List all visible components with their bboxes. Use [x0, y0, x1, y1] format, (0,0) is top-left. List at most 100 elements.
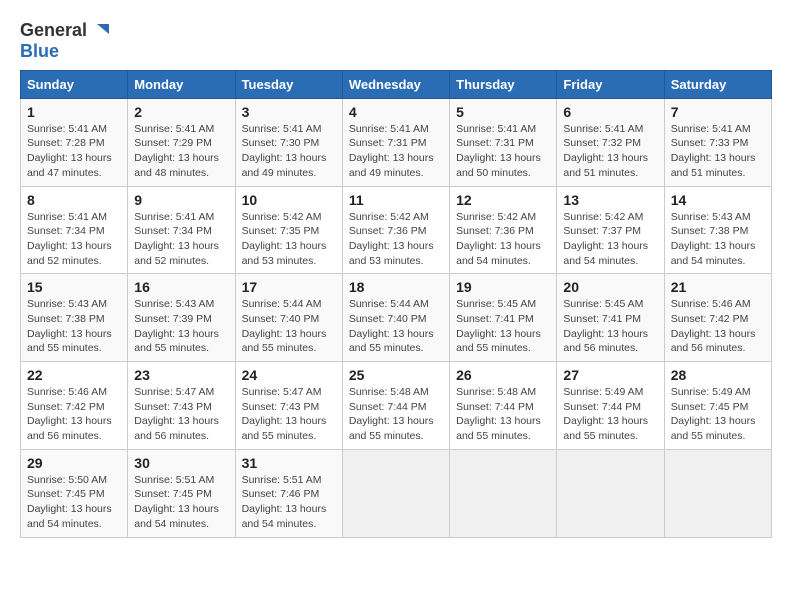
weekday-header-wednesday: Wednesday [342, 70, 449, 98]
day-cell: 19Sunrise: 5:45 AMSunset: 7:41 PMDayligh… [450, 274, 557, 362]
day-info: Sunrise: 5:42 AMSunset: 7:36 PMDaylight:… [349, 210, 443, 269]
day-cell: 20 Sunrise: 5:45 AMSunset: 7:41 PMDayligh… [557, 274, 664, 362]
day-number: 21 [671, 279, 765, 295]
day-number: 5 [456, 104, 550, 120]
day-info: Sunrise: 5:51 AMSunset: 7:46 PMDaylight:… [242, 473, 336, 532]
day-cell [342, 449, 449, 537]
day-cell: 23 Sunrise: 5:47 AMSunset: 7:43 PMDayligh… [128, 362, 235, 450]
week-row-5: 29 Sunrise: 5:50 AMSunset: 7:45 PMDayligh… [21, 449, 772, 537]
logo-bird-icon [89, 20, 111, 42]
calendar-table: SundayMondayTuesdayWednesdayThursdayFrid… [20, 70, 772, 538]
day-cell: 7 Sunrise: 5:41 AMSunset: 7:33 PMDaylight… [664, 98, 771, 186]
day-info: Sunrise: 5:41 AMSunset: 7:31 PMDaylight:… [456, 122, 550, 181]
day-cell [557, 449, 664, 537]
day-cell: 24 Sunrise: 5:47 AMSunset: 7:43 PMDayligh… [235, 362, 342, 450]
header: General Blue [20, 20, 772, 62]
weekday-header-friday: Friday [557, 70, 664, 98]
day-info: Sunrise: 5:51 AMSunset: 7:45 PMDaylight:… [134, 473, 228, 532]
day-cell: 12 Sunrise: 5:42 AMSunset: 7:36 PMDayligh… [450, 186, 557, 274]
weekday-header-thursday: Thursday [450, 70, 557, 98]
day-info: Sunrise: 5:41 AMSunset: 7:33 PMDaylight:… [671, 122, 765, 181]
day-cell: 31 Sunrise: 5:51 AMSunset: 7:46 PMDayligh… [235, 449, 342, 537]
day-number: 10 [242, 192, 336, 208]
day-info: Sunrise: 5:45 AMSunset: 7:41 PMDaylight:… [563, 297, 657, 356]
day-info: Sunrise: 5:49 AMSunset: 7:45 PMDaylight:… [671, 385, 765, 444]
day-info: Sunrise: 5:42 AMSunset: 7:37 PMDaylight:… [563, 210, 657, 269]
day-number: 12 [456, 192, 550, 208]
day-info: Sunrise: 5:47 AMSunset: 7:43 PMDaylight:… [134, 385, 228, 444]
weekday-header-tuesday: Tuesday [235, 70, 342, 98]
weekday-header-saturday: Saturday [664, 70, 771, 98]
day-cell: 14 Sunrise: 5:43 AMSunset: 7:38 PMDayligh… [664, 186, 771, 274]
day-info: Sunrise: 5:47 AMSunset: 7:43 PMDaylight:… [242, 385, 336, 444]
day-number: 20 [563, 279, 657, 295]
day-number: 23 [134, 367, 228, 383]
day-info: Sunrise: 5:44 AMSunset: 7:40 PMDaylight:… [242, 297, 336, 356]
day-info: Sunrise: 5:50 AMSunset: 7:45 PMDaylight:… [27, 473, 121, 532]
day-cell: 25Sunrise: 5:48 AMSunset: 7:44 PMDayligh… [342, 362, 449, 450]
day-number: 16 [134, 279, 228, 295]
day-info: Sunrise: 5:48 AMSunset: 7:44 PMDaylight:… [349, 385, 443, 444]
day-number: 30 [134, 455, 228, 471]
day-info: Sunrise: 5:41 AMSunset: 7:30 PMDaylight:… [242, 122, 336, 181]
day-cell: 10 Sunrise: 5:42 AMSunset: 7:35 PMDayligh… [235, 186, 342, 274]
day-cell: 22 Sunrise: 5:46 AMSunset: 7:42 PMDayligh… [21, 362, 128, 450]
day-number: 15 [27, 279, 121, 295]
day-number: 29 [27, 455, 121, 471]
day-info: Sunrise: 5:42 AMSunset: 7:36 PMDaylight:… [456, 210, 550, 269]
day-info: Sunrise: 5:41 AMSunset: 7:32 PMDaylight:… [563, 122, 657, 181]
day-cell: 27Sunrise: 5:49 AMSunset: 7:44 PMDayligh… [557, 362, 664, 450]
day-number: 7 [671, 104, 765, 120]
day-info: Sunrise: 5:44 AMSunset: 7:40 PMDaylight:… [349, 297, 443, 356]
day-info: Sunrise: 5:41 AMSunset: 7:34 PMDaylight:… [27, 210, 121, 269]
day-cell: 2 Sunrise: 5:41 AMSunset: 7:29 PMDaylight… [128, 98, 235, 186]
day-info: Sunrise: 5:41 AMSunset: 7:28 PMDaylight:… [27, 122, 121, 181]
day-cell: 3 Sunrise: 5:41 AMSunset: 7:30 PMDaylight… [235, 98, 342, 186]
day-info: Sunrise: 5:43 AMSunset: 7:38 PMDaylight:… [671, 210, 765, 269]
day-number: 8 [27, 192, 121, 208]
day-cell: 30 Sunrise: 5:51 AMSunset: 7:45 PMDayligh… [128, 449, 235, 537]
day-cell: 18Sunrise: 5:44 AMSunset: 7:40 PMDayligh… [342, 274, 449, 362]
day-cell: 9 Sunrise: 5:41 AMSunset: 7:34 PMDaylight… [128, 186, 235, 274]
day-info: Sunrise: 5:41 AMSunset: 7:29 PMDaylight:… [134, 122, 228, 181]
day-number: 4 [349, 104, 443, 120]
day-number: 19 [456, 279, 550, 295]
day-number: 17 [242, 279, 336, 295]
day-number: 22 [27, 367, 121, 383]
day-info: Sunrise: 5:46 AMSunset: 7:42 PMDaylight:… [671, 297, 765, 356]
day-cell: 1 Sunrise: 5:41 AMSunset: 7:28 PMDaylight… [21, 98, 128, 186]
day-cell: 13 Sunrise: 5:42 AMSunset: 7:37 PMDayligh… [557, 186, 664, 274]
day-number: 2 [134, 104, 228, 120]
day-number: 1 [27, 104, 121, 120]
day-cell: 16 Sunrise: 5:43 AMSunset: 7:39 PMDayligh… [128, 274, 235, 362]
day-info: Sunrise: 5:42 AMSunset: 7:35 PMDaylight:… [242, 210, 336, 269]
day-cell: 6Sunrise: 5:41 AMSunset: 7:32 PMDaylight… [557, 98, 664, 186]
day-number: 11 [349, 192, 443, 208]
day-number: 24 [242, 367, 336, 383]
day-info: Sunrise: 5:49 AMSunset: 7:44 PMDaylight:… [563, 385, 657, 444]
day-number: 26 [456, 367, 550, 383]
day-info: Sunrise: 5:41 AMSunset: 7:34 PMDaylight:… [134, 210, 228, 269]
day-cell: 29 Sunrise: 5:50 AMSunset: 7:45 PMDayligh… [21, 449, 128, 537]
day-cell: 8 Sunrise: 5:41 AMSunset: 7:34 PMDaylight… [21, 186, 128, 274]
day-info: Sunrise: 5:46 AMSunset: 7:42 PMDaylight:… [27, 385, 121, 444]
day-info: Sunrise: 5:41 AMSunset: 7:31 PMDaylight:… [349, 122, 443, 181]
day-number: 13 [563, 192, 657, 208]
day-cell: 15Sunrise: 5:43 AMSunset: 7:38 PMDayligh… [21, 274, 128, 362]
day-info: Sunrise: 5:43 AMSunset: 7:39 PMDaylight:… [134, 297, 228, 356]
day-cell: 26Sunrise: 5:48 AMSunset: 7:44 PMDayligh… [450, 362, 557, 450]
logo: General Blue [20, 20, 111, 62]
weekday-header-row: SundayMondayTuesdayWednesdayThursdayFrid… [21, 70, 772, 98]
day-cell: 17 Sunrise: 5:44 AMSunset: 7:40 PMDayligh… [235, 274, 342, 362]
week-row-4: 22 Sunrise: 5:46 AMSunset: 7:42 PMDayligh… [21, 362, 772, 450]
day-cell: 21 Sunrise: 5:46 AMSunset: 7:42 PMDayligh… [664, 274, 771, 362]
day-number: 3 [242, 104, 336, 120]
day-number: 9 [134, 192, 228, 208]
day-cell [664, 449, 771, 537]
day-cell: 28Sunrise: 5:49 AMSunset: 7:45 PMDayligh… [664, 362, 771, 450]
weekday-header-sunday: Sunday [21, 70, 128, 98]
day-cell: 11 Sunrise: 5:42 AMSunset: 7:36 PMDayligh… [342, 186, 449, 274]
day-number: 31 [242, 455, 336, 471]
week-row-3: 15Sunrise: 5:43 AMSunset: 7:38 PMDayligh… [21, 274, 772, 362]
day-number: 14 [671, 192, 765, 208]
